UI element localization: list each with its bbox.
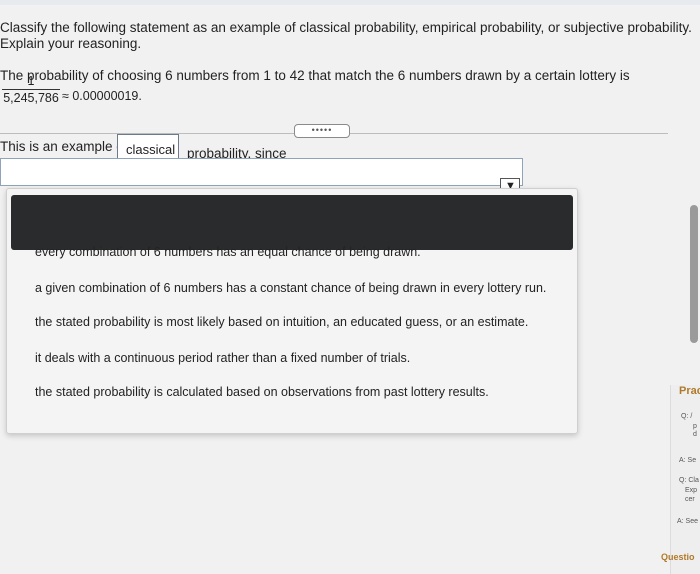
side-panel-title: Prac	[679, 385, 700, 397]
option-intuition[interactable]: the stated probability is most likely ba…	[35, 315, 528, 329]
menu-highlight-bar	[11, 195, 573, 250]
selected-probability-type: classical	[126, 142, 176, 157]
approx-value: ≈ 0.00000019.	[62, 89, 142, 103]
option-equal-chance[interactable]: every combination of 6 numbers has an eq…	[35, 245, 421, 259]
practice-side-panel: Prac Q: / p d A: Se Q: Cla Exp cer A: Se…	[661, 385, 700, 574]
side-footer-label: Questio	[661, 552, 695, 562]
option-constant-chance[interactable]: a given combination of 6 numbers has a c…	[35, 281, 546, 295]
side-q2[interactable]: Q: Cla	[679, 477, 699, 484]
side-a2[interactable]: A: See	[677, 518, 698, 525]
top-bar	[0, 0, 700, 5]
question-line-2: Explain your reasoning.	[0, 36, 142, 51]
side-q1[interactable]: Q: /	[681, 413, 692, 420]
side-q2-b: Exp	[685, 487, 698, 494]
statement-text: The probability of choosing 6 numbers fr…	[0, 68, 630, 83]
side-a1[interactable]: A: Se	[679, 457, 696, 464]
page-scrollbar[interactable]	[690, 205, 698, 343]
probability-type-select[interactable]: classical	[117, 134, 179, 160]
option-continuous-period[interactable]: it deals with a continuous period rather…	[35, 351, 410, 365]
question-line-1: Classify the following statement as an e…	[0, 20, 692, 35]
fraction-bar	[2, 89, 60, 90]
option-past-observations[interactable]: the stated probability is calculated bas…	[35, 385, 489, 399]
fraction-numerator: 1	[27, 74, 35, 88]
expand-more-button[interactable]: •••••	[294, 124, 350, 138]
answer-prefix: This is an example of	[0, 139, 128, 154]
fraction-denominator: 5,245,786	[3, 91, 59, 105]
reason-options-menu: every combination of 6 numbers has an eq…	[6, 188, 578, 434]
side-q1-b: p	[693, 423, 697, 430]
probability-fraction: 1 5,245,786	[2, 74, 60, 105]
side-q2-c: cer	[685, 496, 695, 503]
side-q1-c: d	[693, 431, 697, 438]
reason-dropdown[interactable]	[0, 158, 523, 186]
